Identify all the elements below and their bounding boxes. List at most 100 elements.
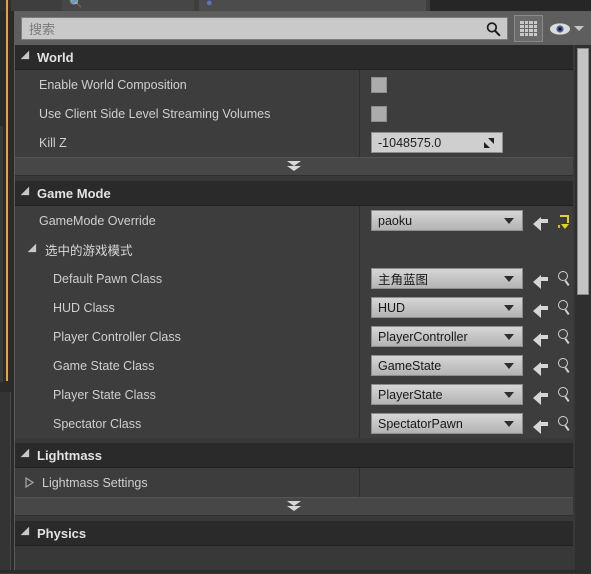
- property-label: Player Controller Class: [53, 329, 181, 344]
- chevron-expanded-icon: [20, 448, 34, 462]
- chevron-down-icon: [504, 304, 514, 311]
- hud-class-value: HUD: [378, 300, 406, 315]
- checkbox-use-client-side-level-streaming-volumes[interactable]: [371, 105, 387, 122]
- row-default-pawn-class: Default Pawn Class 主角蓝图: [15, 264, 573, 293]
- browse-asset-icon[interactable]: [558, 329, 573, 344]
- checkbox-enable-world-composition[interactable]: [371, 76, 387, 93]
- left-edge-shadow: [0, 126, 3, 382]
- details-content: World Enable World Composition Use Clien…: [15, 45, 573, 546]
- chevron-down-icon: [574, 26, 584, 31]
- chevron-down-icon: [504, 333, 514, 340]
- eye-icon: [550, 22, 570, 35]
- game-state-class-dropdown[interactable]: GameState: [371, 355, 523, 376]
- search-input[interactable]: 搜索: [21, 17, 508, 40]
- view-options-button[interactable]: [549, 22, 586, 36]
- column-divider: [359, 351, 360, 380]
- section-header-physics[interactable]: Physics: [15, 521, 573, 546]
- use-selected-asset-icon[interactable]: [533, 417, 549, 434]
- use-selected-asset-icon[interactable]: [533, 388, 549, 405]
- section-title-physics: Physics: [37, 525, 87, 541]
- spectator-class-value: SpectatorPawn: [378, 416, 463, 431]
- active-panel-accent: [6, 0, 8, 381]
- column-divider: [359, 206, 360, 235]
- use-selected-asset-icon[interactable]: [533, 214, 549, 231]
- column-divider: [359, 70, 360, 99]
- vertical-scrollbar-thumb[interactable]: [577, 48, 589, 295]
- use-selected-asset-icon[interactable]: [533, 272, 549, 289]
- browse-asset-icon[interactable]: [558, 300, 573, 315]
- chevron-down-icon: [504, 362, 514, 369]
- chevron-expanded-icon: [20, 526, 34, 540]
- row-game-state-class: Game State Class GameState: [15, 351, 573, 380]
- use-selected-asset-icon[interactable]: [533, 301, 549, 318]
- property-label: Kill Z: [39, 135, 67, 150]
- chevron-expanded-icon: [20, 50, 34, 64]
- section-header-lightmass[interactable]: Lightmass: [15, 443, 573, 468]
- browse-asset-icon[interactable]: [558, 387, 573, 402]
- show-advanced-lightmass[interactable]: [15, 497, 573, 516]
- property-label: Use Client Side Level Streaming Volumes: [39, 106, 271, 121]
- player-state-class-value: PlayerState: [378, 387, 443, 402]
- property-label: HUD Class: [53, 300, 115, 315]
- kill-z-input[interactable]: -1048575.0: [371, 132, 503, 153]
- column-divider: [359, 468, 360, 497]
- spectator-class-dropdown[interactable]: SpectatorPawn: [371, 413, 523, 434]
- row-enable-world-composition: Enable World Composition: [15, 70, 573, 99]
- column-divider: [359, 235, 360, 264]
- row-player-controller-class: Player Controller Class PlayerController: [15, 322, 573, 351]
- section-header-game-mode[interactable]: Game Mode: [15, 181, 573, 206]
- player-controller-class-value: PlayerController: [378, 329, 468, 344]
- reset-to-default-icon[interactable]: [558, 214, 572, 229]
- section-title-world: World: [37, 49, 74, 65]
- player-state-class-dropdown[interactable]: PlayerState: [371, 384, 523, 405]
- grid-view-button[interactable]: [514, 15, 543, 42]
- row-lightmass-settings[interactable]: Lightmass Settings: [15, 468, 573, 497]
- property-label-wrap: Lightmass Settings: [15, 476, 359, 490]
- row-kill-z: Kill Z -1048575.0: [15, 128, 573, 157]
- search-placeholder: 搜索: [29, 22, 56, 37]
- tab-search[interactable]: 🔍: [62, 0, 194, 11]
- tab-strip-filler: [430, 0, 591, 11]
- drag-handle-icon[interactable]: [483, 137, 495, 149]
- chevron-expanded-icon: [27, 243, 41, 256]
- column-divider: [359, 293, 360, 322]
- chevron-collapsed-icon[interactable]: [25, 477, 34, 488]
- details-panel: 搜索 World Enable World Composition Use Cl…: [14, 11, 591, 574]
- show-advanced-world[interactable]: [15, 157, 573, 176]
- default-pawn-class-dropdown[interactable]: 主角蓝图: [371, 268, 523, 289]
- property-label: Game State Class: [53, 358, 155, 373]
- subsection-title: 选中的游戏模式: [45, 244, 133, 258]
- column-divider: [359, 409, 360, 438]
- game-state-class-value: GameState: [378, 358, 442, 373]
- search-icon: [486, 21, 501, 36]
- section-title-lightmass: Lightmass: [37, 447, 103, 463]
- row-hud-class: HUD Class HUD: [15, 293, 573, 322]
- tab-world-settings[interactable]: ●: [199, 0, 426, 11]
- column-divider: [359, 380, 360, 409]
- kill-z-value: -1048575.0: [378, 135, 442, 150]
- browse-asset-icon[interactable]: [558, 416, 573, 431]
- section-header-world[interactable]: World: [15, 45, 573, 70]
- left-gutter-lower: [0, 392, 11, 573]
- browse-asset-icon[interactable]: [558, 271, 573, 286]
- column-divider: [359, 128, 360, 157]
- property-label: Lightmass Settings: [42, 475, 148, 490]
- chevron-down-icon: [504, 420, 514, 427]
- world-settings-panel: 🔍 ● 搜索 World Enable World Composition Us…: [0, 0, 591, 574]
- property-label: Default Pawn Class: [53, 271, 163, 286]
- use-selected-asset-icon[interactable]: [533, 359, 549, 376]
- player-controller-class-dropdown[interactable]: PlayerController: [371, 326, 523, 347]
- grid-view-icon: [520, 21, 537, 36]
- property-label: Player State Class: [53, 387, 156, 402]
- show-advanced-icon: [287, 161, 301, 172]
- gamemode-override-dropdown[interactable]: paoku: [371, 210, 523, 231]
- vertical-scrollbar[interactable]: [575, 45, 591, 574]
- use-selected-asset-icon[interactable]: [533, 330, 549, 347]
- chevron-down-icon: [504, 217, 514, 224]
- property-label: Enable World Composition: [39, 77, 187, 92]
- tab-strip: 🔍 ●: [0, 0, 591, 11]
- show-advanced-icon: [287, 501, 301, 512]
- browse-asset-icon[interactable]: [558, 358, 573, 373]
- subsection-selected-game-mode[interactable]: 选中的游戏模式: [15, 235, 573, 264]
- hud-class-dropdown[interactable]: HUD: [371, 297, 523, 318]
